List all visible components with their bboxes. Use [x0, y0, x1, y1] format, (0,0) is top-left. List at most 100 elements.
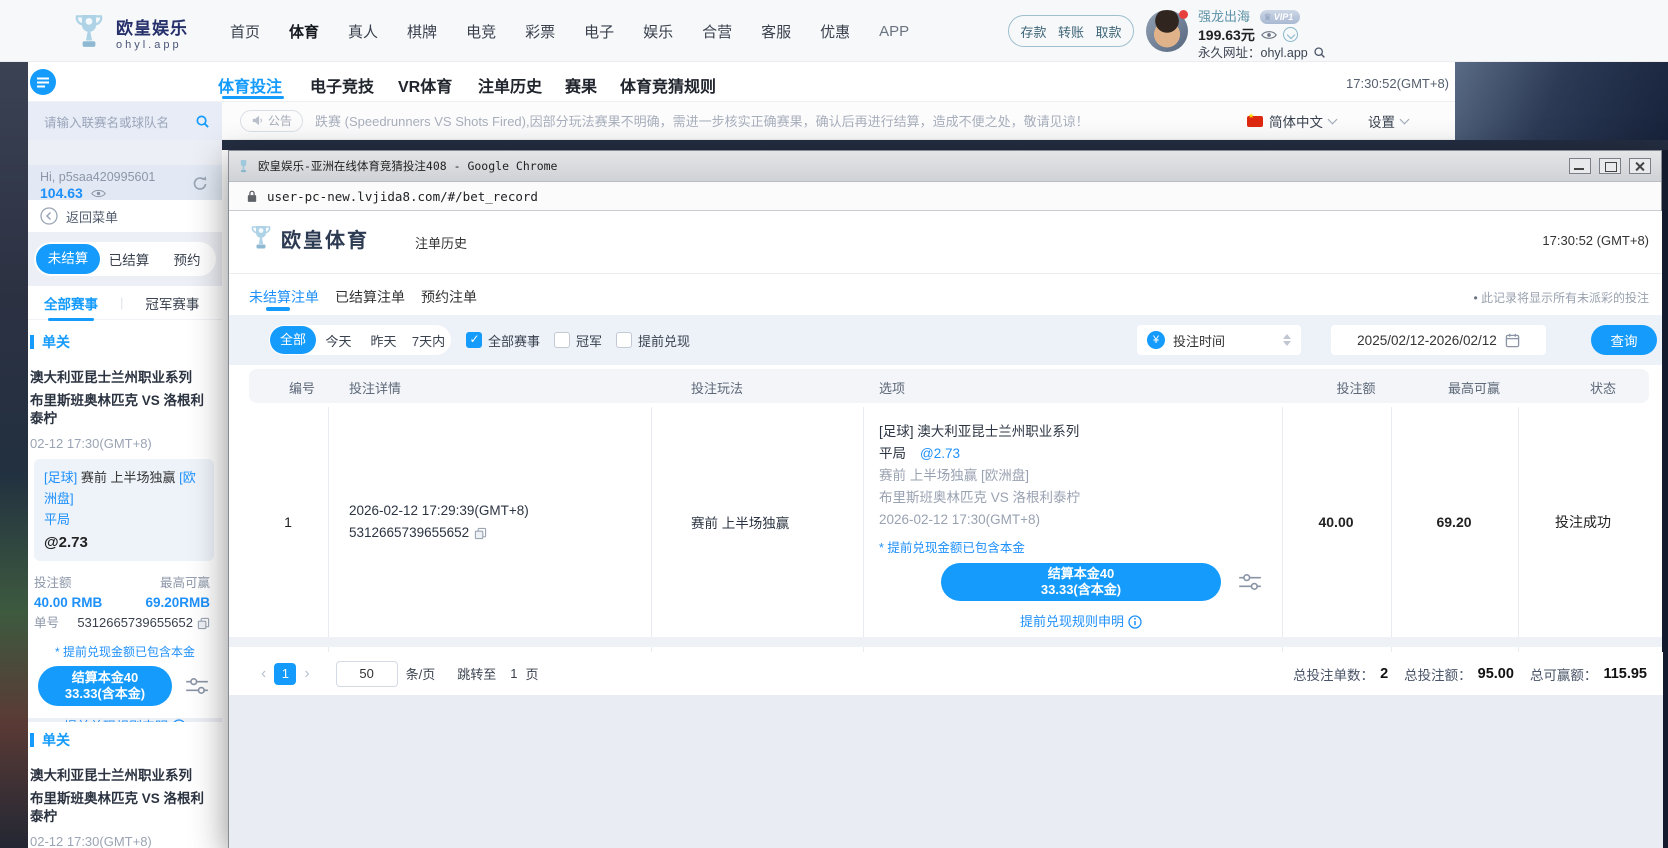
cashout-rule-link[interactable]: 提前兑现规则申明	[879, 611, 1283, 633]
bet-pick: 平局	[44, 509, 204, 530]
range-today[interactable]: 今天	[316, 331, 361, 350]
window-title: 欧皇娱乐-亚洲在线体育竞猜投注408 - Google Chrome	[258, 158, 557, 174]
nav-app[interactable]: APP	[879, 23, 909, 40]
back-arrow-icon	[40, 207, 58, 225]
withdraw-button[interactable]: 取款	[1095, 22, 1121, 41]
nav-service[interactable]: 客服	[761, 21, 791, 42]
chevron-down-icon[interactable]	[1283, 27, 1298, 42]
page-size-input[interactable]	[336, 661, 398, 687]
nav-slots[interactable]: 电子	[584, 21, 614, 42]
sort-dropdown[interactable]: ¥ 投注时间	[1137, 325, 1301, 355]
cashout-button[interactable]: 结算本金40 33.33(含本金)	[38, 666, 172, 706]
search-icon[interactable]	[195, 114, 210, 129]
page-title: 注单历史	[415, 233, 467, 252]
cashout-button[interactable]: 结算本金40 33.33(含本金)	[941, 563, 1221, 601]
window-title-bar[interactable]: 欧皇娱乐-亚洲在线体育竞猜投注408 - Google Chrome	[229, 151, 1661, 182]
team-search-box[interactable]: 请输入联赛名或球队名	[28, 102, 222, 140]
refresh-icon[interactable]	[190, 173, 210, 193]
nav-casino[interactable]: 娱乐	[643, 21, 673, 42]
nav-affiliate[interactable]: 合营	[702, 21, 732, 42]
site-logo[interactable]: 欧皇娱乐 ohyl.app	[72, 12, 188, 52]
row-number: 1	[284, 514, 292, 530]
subnav-results[interactable]: 赛果	[565, 73, 597, 97]
eye-icon[interactable]	[1261, 30, 1277, 40]
bet-odds: @2.73	[44, 532, 204, 553]
tab-settled-records[interactable]: 已结算注单	[335, 287, 405, 307]
subnav-sports-betting[interactable]: 体育投注	[218, 73, 282, 97]
tab-settled[interactable]: 已结算	[100, 249, 158, 269]
deposit-button[interactable]: 存款	[1020, 22, 1046, 41]
next-page-button[interactable]: ›	[304, 665, 309, 683]
bet-time: 2026-02-12 17:29:39(GMT+8)	[349, 500, 529, 522]
nav-live[interactable]: 真人	[348, 21, 378, 42]
sliders-icon[interactable]	[1237, 571, 1263, 593]
calendar-icon	[1505, 333, 1520, 348]
wallet-actions: 存款 转账 取款	[1008, 15, 1134, 47]
nav-sports[interactable]: 体育	[289, 21, 319, 42]
search-icon[interactable]	[1313, 46, 1326, 59]
tab-all-events[interactable]: 全部赛事	[44, 293, 98, 313]
eye-icon[interactable]	[91, 189, 106, 198]
current-page-button[interactable]: 1	[274, 663, 296, 685]
search-placeholder: 请输入联赛名或球队名	[44, 112, 195, 131]
prev-page-button[interactable]: ‹	[261, 665, 266, 683]
bet-card: 全部赛事 | 冠军赛事 单关 澳大利亚昆士兰州职业系列 布里斯班奥林匹克 VS …	[28, 286, 222, 718]
filter-bar: 全部 今天 昨天 7天内 全部赛事 冠军 提前兑现 ¥ 投注时间 2025/02…	[229, 315, 1663, 365]
bet-detail: 2026-02-12 17:29:39(GMT+8) 5312665739655…	[349, 500, 529, 544]
subnav-bet-history[interactable]: 注单历史	[478, 73, 542, 97]
close-button[interactable]	[1629, 158, 1651, 174]
info-icon	[1128, 615, 1142, 629]
settings-selector[interactable]: 设置	[1368, 102, 1408, 140]
language-selector[interactable]: 简体中文	[1247, 102, 1336, 140]
query-button[interactable]: 查询	[1591, 325, 1657, 355]
sliders-icon[interactable]	[184, 675, 210, 697]
lock-icon[interactable]	[247, 189, 257, 203]
maximize-button[interactable]	[1599, 158, 1621, 174]
yen-icon: ¥	[1147, 331, 1165, 349]
menu-icon[interactable]	[30, 69, 56, 95]
checkbox-all-events[interactable]: 全部赛事	[466, 331, 540, 350]
pagination-bar: ‹ 1 › 条/页 跳转至 1 页 总投注单数：2 总投注额：95.00 总可赢…	[229, 652, 1663, 695]
copy-icon[interactable]	[474, 527, 487, 540]
transfer-button[interactable]: 转账	[1058, 22, 1084, 41]
nav-lottery[interactable]: 彩票	[525, 21, 555, 42]
league-name: 澳大利亚昆士兰州职业系列	[28, 750, 222, 784]
subnav-esports[interactable]: 电子竞技	[310, 73, 374, 97]
checkbox-icon[interactable]	[554, 332, 570, 348]
total-stake: 95.00	[1478, 666, 1514, 682]
minimize-button[interactable]	[1569, 158, 1591, 174]
username: 强龙出海	[1198, 9, 1250, 25]
filter-checkboxes: 全部赛事 冠军 提前兑现	[466, 325, 690, 355]
tab-unsettled[interactable]: 未结算	[36, 244, 100, 274]
user-avatar[interactable]	[1146, 10, 1188, 52]
announcement-bar: 公告 跌赛 (Speedrunners VS Shots Fired),因部分玩…	[222, 102, 1455, 140]
nav-home[interactable]: 首页	[230, 21, 260, 42]
active-tab-underline	[266, 307, 290, 311]
nav-promo[interactable]: 优惠	[820, 21, 850, 42]
checkbox-champion[interactable]: 冠军	[554, 331, 602, 350]
nav-esports[interactable]: 电竞	[466, 21, 496, 42]
subnav-rules[interactable]: 体育竞猜规则	[620, 73, 716, 97]
crown-icon: ♛	[1264, 12, 1272, 22]
nav-cards[interactable]: 棋牌	[407, 21, 437, 42]
range-all[interactable]: 全部	[270, 326, 316, 354]
date-range-input[interactable]: 2025/02/12-2026/02/12	[1331, 325, 1546, 355]
range-yesterday[interactable]: 昨天	[361, 331, 406, 350]
checkbox-cashout[interactable]: 提前兑现	[616, 331, 690, 350]
checkbox-icon[interactable]	[616, 332, 632, 348]
bet-stats: 投注额最高可赢 40.00 RMB69.20RMB 单号 53126657396…	[28, 561, 222, 633]
back-to-menu[interactable]: 返回菜单	[28, 200, 222, 232]
subnav-vr-sports[interactable]: VR体育	[398, 73, 452, 97]
tab-champion-events[interactable]: 冠军赛事	[145, 293, 199, 313]
bet-card: 单关 澳大利亚昆士兰州职业系列 布里斯班奥林匹克 VS 洛根利泰柠 02-12 …	[28, 722, 222, 848]
range-7days[interactable]: 7天内	[406, 331, 451, 350]
checkbox-icon[interactable]	[466, 332, 482, 348]
address-bar[interactable]: user-pc-new.lvjida8.com/#/bet_record	[229, 182, 1661, 211]
match-time: 02-12 17:30(GMT+8)	[28, 826, 222, 848]
tab-reserved-records[interactable]: 预约注单	[421, 287, 477, 307]
jump-page-value[interactable]: 1	[510, 666, 517, 681]
tab-unsettled-records[interactable]: 未结算注单	[249, 287, 319, 307]
tab-reserved[interactable]: 预约	[158, 249, 216, 269]
max-win-value: 69.20RMB	[145, 593, 210, 613]
copy-icon[interactable]	[197, 617, 210, 630]
